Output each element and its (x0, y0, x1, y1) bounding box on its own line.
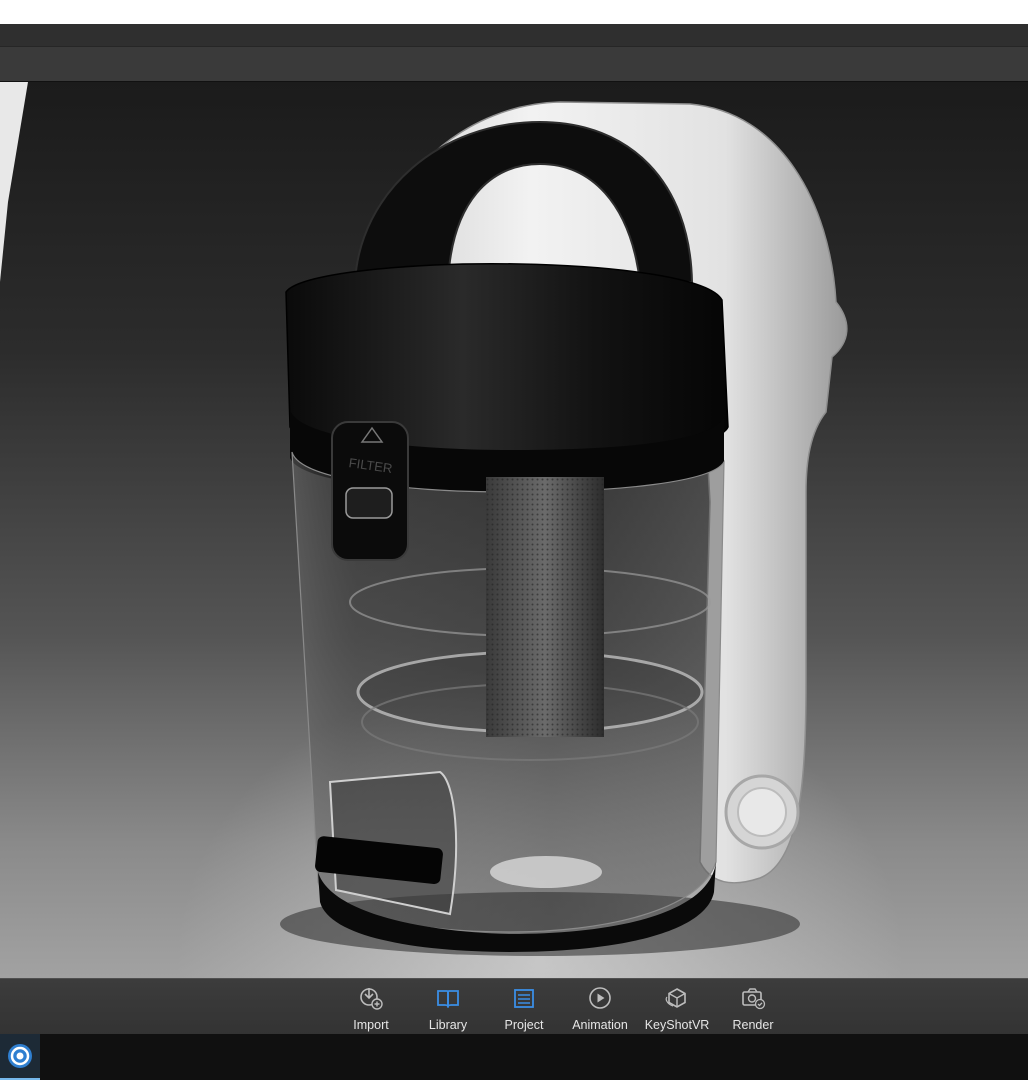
keyshotvr-label: KeyShotVR (644, 1018, 710, 1032)
os-taskbar (0, 1034, 1028, 1080)
render-button[interactable]: Render (715, 983, 791, 1033)
keyshotvr-button[interactable]: KeyShotVR (639, 983, 715, 1033)
keyshot-taskbar-button[interactable] (0, 1034, 40, 1080)
animation-icon (589, 987, 611, 1009)
main-ribbon: Import Library Project Animation KeyShot… (0, 978, 1028, 1035)
render-label: Render (732, 1018, 774, 1032)
top-margin (0, 0, 1028, 24)
project-button[interactable]: Project (486, 983, 562, 1033)
light-panel (0, 82, 28, 282)
product-render: FILTER (0, 82, 848, 956)
project-label: Project (504, 1018, 544, 1032)
import-button[interactable]: Import (333, 983, 409, 1033)
render-icon (742, 988, 766, 1010)
animation-button[interactable]: Animation (562, 983, 638, 1033)
title-bar (0, 24, 1028, 47)
library-icon (437, 990, 459, 1009)
library-label: Library (428, 1018, 468, 1032)
render-viewport[interactable]: FILTER (0, 82, 1028, 978)
library-button[interactable]: Library (410, 983, 486, 1033)
keyshot-app-icon (8, 1044, 32, 1068)
import-label: Import (353, 1018, 389, 1032)
animation-label: Animation (572, 1018, 628, 1032)
project-icon (514, 989, 534, 1008)
keyshotvr-icon (665, 988, 686, 1008)
import-icon (360, 988, 383, 1010)
toolbar-strip (0, 47, 1028, 82)
